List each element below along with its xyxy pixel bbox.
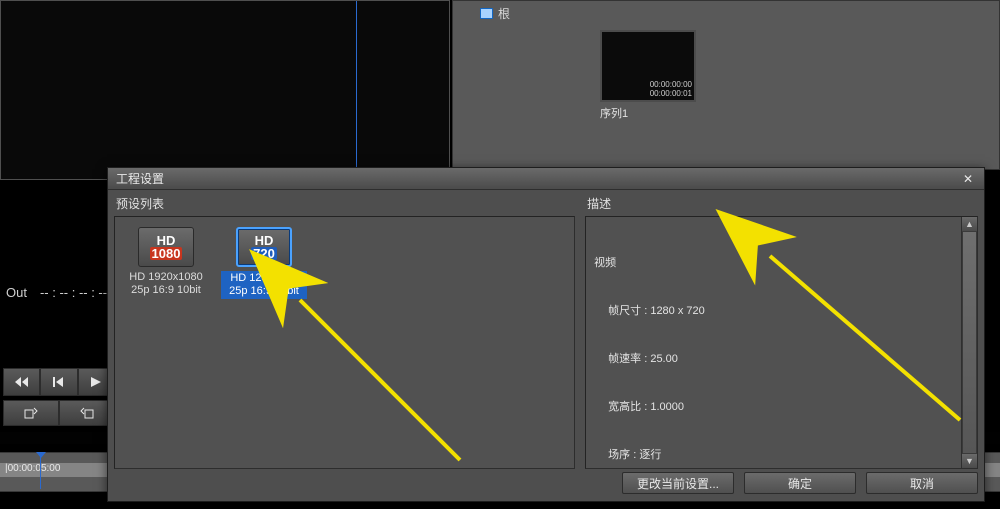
change-settings-button[interactable]: 更改当前设置...: [622, 472, 734, 494]
ok-button[interactable]: 确定: [744, 472, 856, 494]
preset-hd1080[interactable]: HD 1080 HD 1920x1080 25p 16:9 10bit: [123, 227, 209, 299]
project-settings-dialog: 工程设置 ✕ 预设列表 HD 1080 HD 1920x1080 25p 16:…: [107, 167, 985, 502]
scroll-thumb[interactable]: [962, 231, 977, 454]
bin-clip[interactable]: 00:00:00:00 00:00:00:01 序列1: [600, 30, 696, 121]
dialog-title: 工程设置: [116, 168, 164, 190]
preset-caption: HD 1920x1080 25p 16:9 10bit: [123, 271, 209, 297]
folder-icon: [480, 8, 493, 19]
presets-pane: 预设列表 HD 1080 HD 1920x1080 25p 16:9 10bit…: [114, 193, 575, 469]
presets-box: HD 1080 HD 1920x1080 25p 16:9 10bit HD 7…: [114, 216, 575, 469]
transport-buttons: [3, 368, 115, 398]
scroll-down-icon[interactable]: ▼: [962, 454, 977, 468]
description-box: 视频 帧尺寸 : 1280 x 720 帧速率 : 25.00 宽高比 : 1.…: [585, 216, 978, 469]
description-text: 视频 帧尺寸 : 1280 x 720 帧速率 : 25.00 宽高比 : 1.…: [586, 217, 977, 469]
io-buttons: [3, 400, 115, 428]
prev-frame-button[interactable]: [40, 368, 77, 396]
description-pane: 描述 视频 帧尺寸 : 1280 x 720 帧速率 : 25.00 宽高比 :…: [585, 193, 978, 469]
preset-hd720[interactable]: HD 720 HD 1280x720 25p 16:9 10bit: [221, 227, 307, 299]
presets-label: 预设列表: [116, 195, 575, 212]
description-scrollbar[interactable]: ▲ ▼: [961, 217, 977, 468]
timeline-playhead[interactable]: [40, 455, 41, 489]
cancel-button[interactable]: 取消: [866, 472, 978, 494]
dialog-footer: 更改当前设置... 确定 取消: [108, 472, 978, 496]
scroll-up-icon[interactable]: ▲: [962, 217, 977, 231]
hd720-icon: HD 720: [236, 227, 292, 267]
rewind-button[interactable]: [3, 368, 40, 396]
bin-root-item[interactable]: 根: [480, 5, 510, 22]
bin-clip-thumb: 00:00:00:00 00:00:00:01: [600, 30, 696, 102]
bin-clip-label: 序列1: [600, 102, 696, 121]
bin-panel: [452, 0, 1000, 170]
export-button[interactable]: [3, 400, 59, 426]
preset-caption: HD 1280x720 25p 16:9 10bit: [221, 271, 307, 299]
hd1080-icon: HD 1080: [138, 227, 194, 267]
ruler-label: |00:00:05:00: [5, 463, 60, 474]
preview-monitor: [0, 0, 450, 180]
bin-clip-timecode: 00:00:00:00 00:00:00:01: [650, 80, 692, 98]
description-label: 描述: [587, 195, 978, 212]
bin-root-label: 根: [498, 5, 510, 22]
dialog-titlebar[interactable]: 工程设置 ✕: [108, 168, 984, 190]
playhead-line: [356, 1, 357, 179]
close-icon[interactable]: ✕: [960, 171, 976, 187]
out-timecode: Out -- : -- : -- : --: [6, 282, 107, 301]
